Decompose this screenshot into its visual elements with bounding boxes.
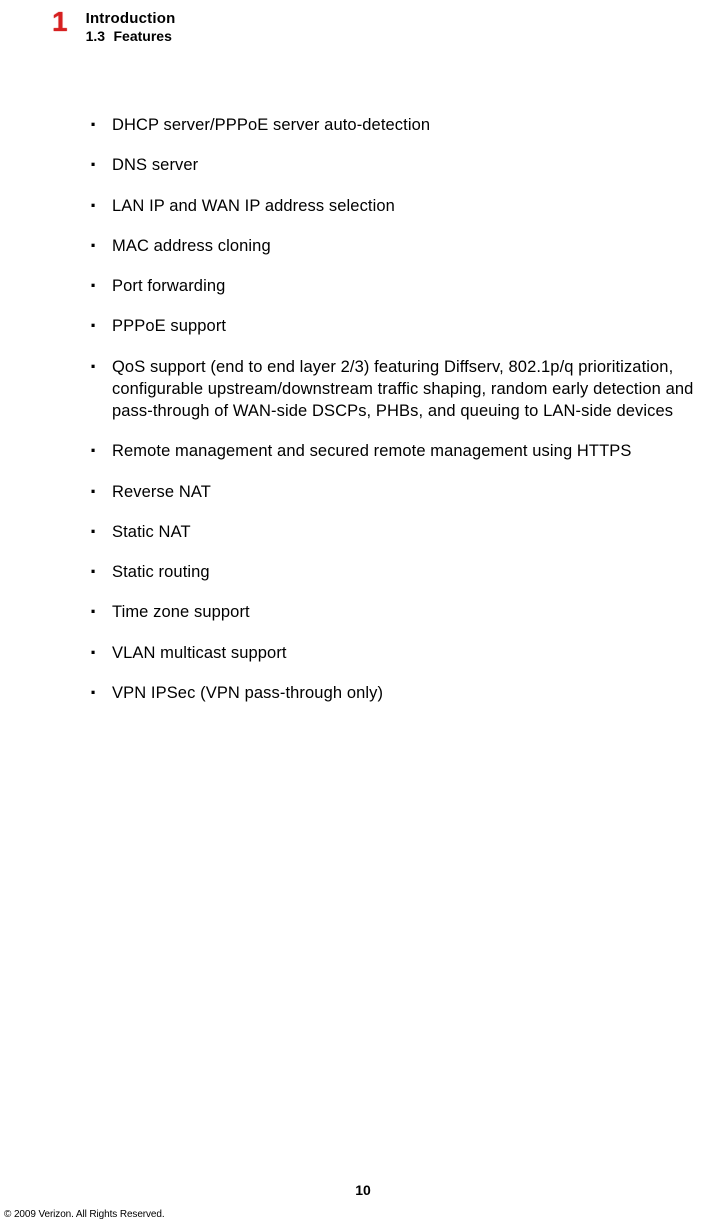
content-area: DHCP server/PPPoE server auto-detection …	[0, 46, 726, 704]
section-number: 1.3	[86, 28, 105, 44]
list-item: DNS server	[90, 154, 718, 176]
section-line: 1.3 Features	[86, 28, 176, 46]
list-item: PPPoE support	[90, 315, 718, 337]
list-item: MAC address cloning	[90, 235, 718, 257]
feature-list: DHCP server/PPPoE server auto-detection …	[90, 114, 718, 704]
list-item: LAN IP and WAN IP address selection	[90, 195, 718, 217]
list-item: Remote management and secured remote man…	[90, 440, 718, 462]
list-item: Reverse NAT	[90, 481, 718, 503]
section-title: Features	[114, 28, 172, 44]
list-item: VPN IPSec (VPN pass-through only)	[90, 682, 718, 704]
chapter-number: 1	[52, 8, 68, 36]
list-item: Port forwarding	[90, 275, 718, 297]
document-page: 1 Introduction 1.3 Features DHCP server/…	[0, 0, 726, 1228]
page-number: 10	[0, 1182, 726, 1198]
list-item: DHCP server/PPPoE server auto-detection	[90, 114, 718, 136]
list-item: QoS support (end to end layer 2/3) featu…	[90, 356, 718, 423]
page-header: 1 Introduction 1.3 Features	[0, 10, 726, 46]
copyright-notice: © 2009 Verizon. All Rights Reserved.	[4, 1209, 165, 1220]
header-text-block: Introduction 1.3 Features	[86, 10, 176, 46]
list-item: VLAN multicast support	[90, 642, 718, 664]
chapter-title: Introduction	[86, 10, 176, 27]
list-item: Static routing	[90, 561, 718, 583]
list-item: Static NAT	[90, 521, 718, 543]
list-item: Time zone support	[90, 601, 718, 623]
